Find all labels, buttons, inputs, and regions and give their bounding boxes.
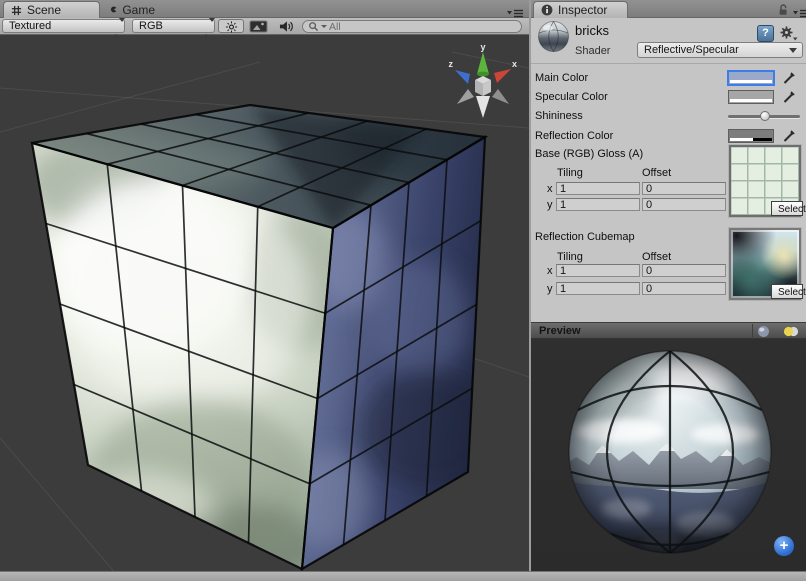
tab-scene-label: Scene	[27, 3, 61, 17]
tab-scene[interactable]: Scene	[3, 1, 100, 18]
tab-inspector-label: Inspector	[558, 3, 607, 17]
magnifier-icon	[308, 21, 319, 32]
panel-divider[interactable]	[529, 0, 531, 581]
inspector-tabstrip: Inspector	[531, 0, 806, 18]
preview-header[interactable]: Preview	[531, 322, 806, 339]
scene-panel: y x z Scene Game	[0, 0, 529, 581]
chevron-down-icon	[789, 48, 797, 53]
channel-mode-value: RGB	[139, 20, 163, 32]
base-x-label: x	[547, 182, 553, 196]
gear-icon[interactable]	[779, 25, 798, 47]
tab-inspector[interactable]: Inspector	[533, 1, 628, 18]
shader-label: Shader	[575, 44, 610, 58]
game-icon	[110, 3, 117, 16]
cubemap-tiling-x-field[interactable]	[556, 264, 640, 277]
scene-audio-toggle[interactable]	[274, 19, 298, 33]
preview-area[interactable]: +	[531, 339, 806, 571]
window-bottom-strip	[0, 571, 806, 581]
material-preview-thumbnail	[537, 20, 570, 53]
preview-title: Preview	[539, 325, 581, 337]
cubemap-offset-y-field[interactable]	[642, 282, 726, 295]
cubemap-y-label: y	[547, 282, 553, 296]
gizmo-z-label: z	[449, 59, 454, 69]
base-gloss-label: Base (RGB) Gloss (A)	[535, 147, 643, 161]
sun-icon	[225, 21, 238, 33]
reflection-color-swatch[interactable]	[728, 129, 774, 143]
gizmo-y-label: y	[480, 42, 485, 52]
preview-lighting-button[interactable]	[782, 325, 806, 338]
unity-editor-window: y x z Scene Game	[0, 0, 806, 581]
gizmo-center-cube[interactable]	[475, 76, 491, 96]
base-tiling-header: Tiling	[557, 166, 583, 180]
image-icon	[249, 20, 268, 33]
dropdown-arrows-icon	[203, 22, 210, 35]
cubemap-offset-x-field[interactable]	[642, 264, 726, 277]
cubemap-x-label: x	[547, 264, 553, 278]
scene-tabstrip: Scene Game	[0, 0, 529, 18]
search-filter-caret-icon[interactable]	[321, 25, 327, 28]
reflection-cubemap-label: Reflection Cubemap	[535, 230, 635, 244]
scene-lighting-toggle[interactable]	[218, 19, 244, 33]
scene-panel-menu-icon[interactable]	[506, 5, 524, 14]
scene-search-input[interactable]: All	[302, 20, 522, 33]
render-mode-value: Textured	[9, 20, 51, 32]
gizmo-x-label: x	[512, 59, 517, 69]
help-icon[interactable]: ?	[757, 25, 774, 42]
specular-color-label: Specular Color	[535, 90, 608, 104]
inspector-lock-icon[interactable]	[777, 3, 789, 21]
scene-viewport[interactable]: y x z	[0, 0, 529, 581]
inspector-panel: Inspector	[531, 0, 806, 581]
preview-sphere[interactable]	[531, 339, 806, 571]
base-offset-x-field[interactable]	[642, 182, 726, 195]
shininess-slider-thumb[interactable]	[760, 111, 770, 121]
inspector-panel-menu-icon[interactable]	[792, 5, 806, 14]
cubemap-offset-header: Offset	[642, 250, 671, 264]
base-texture-select-button[interactable]: Select	[771, 201, 803, 216]
cubemap-tiling-y-field[interactable]	[556, 282, 640, 295]
cubemap-select-button[interactable]: Select	[771, 284, 803, 299]
base-y-label: y	[547, 198, 553, 212]
channel-mode-dropdown[interactable]: RGB	[132, 19, 215, 33]
tab-game-label: Game	[122, 3, 155, 17]
scene-toolbar: Textured RGB	[0, 18, 529, 35]
base-tiling-x-field[interactable]	[556, 182, 640, 195]
render-mode-dropdown[interactable]: Textured	[2, 19, 125, 33]
dropdown-arrows-icon	[113, 22, 120, 35]
base-offset-y-field[interactable]	[642, 198, 726, 211]
shader-dropdown-value: Reflective/Specular	[644, 44, 739, 56]
scene-skybox-toggle[interactable]	[247, 19, 269, 33]
material-name: bricks	[575, 24, 609, 38]
shininess-label: Shininess	[535, 109, 583, 123]
preview-shape-button[interactable]	[756, 325, 780, 338]
scene-hash-icon	[11, 4, 22, 17]
reflection-color-label: Reflection Color	[535, 129, 613, 143]
specular-color-swatch[interactable]	[728, 90, 774, 104]
add-preview-button[interactable]: +	[774, 536, 794, 556]
speaker-icon	[278, 20, 294, 33]
specular-color-eyedropper-icon[interactable]	[782, 89, 797, 109]
main-color-swatch[interactable]	[728, 71, 774, 85]
main-color-eyedropper-icon[interactable]	[782, 70, 797, 90]
preview-header-divider	[752, 324, 753, 339]
main-color-label: Main Color	[535, 71, 588, 85]
info-circle-icon	[541, 4, 553, 16]
base-tiling-y-field[interactable]	[556, 198, 640, 211]
section-divider	[531, 63, 806, 64]
search-filter-label: All	[329, 21, 341, 33]
cubemap-tiling-header: Tiling	[557, 250, 583, 264]
shininess-slider[interactable]	[728, 115, 800, 118]
tab-game[interactable]: Game	[103, 1, 165, 18]
base-offset-header: Offset	[642, 166, 671, 180]
